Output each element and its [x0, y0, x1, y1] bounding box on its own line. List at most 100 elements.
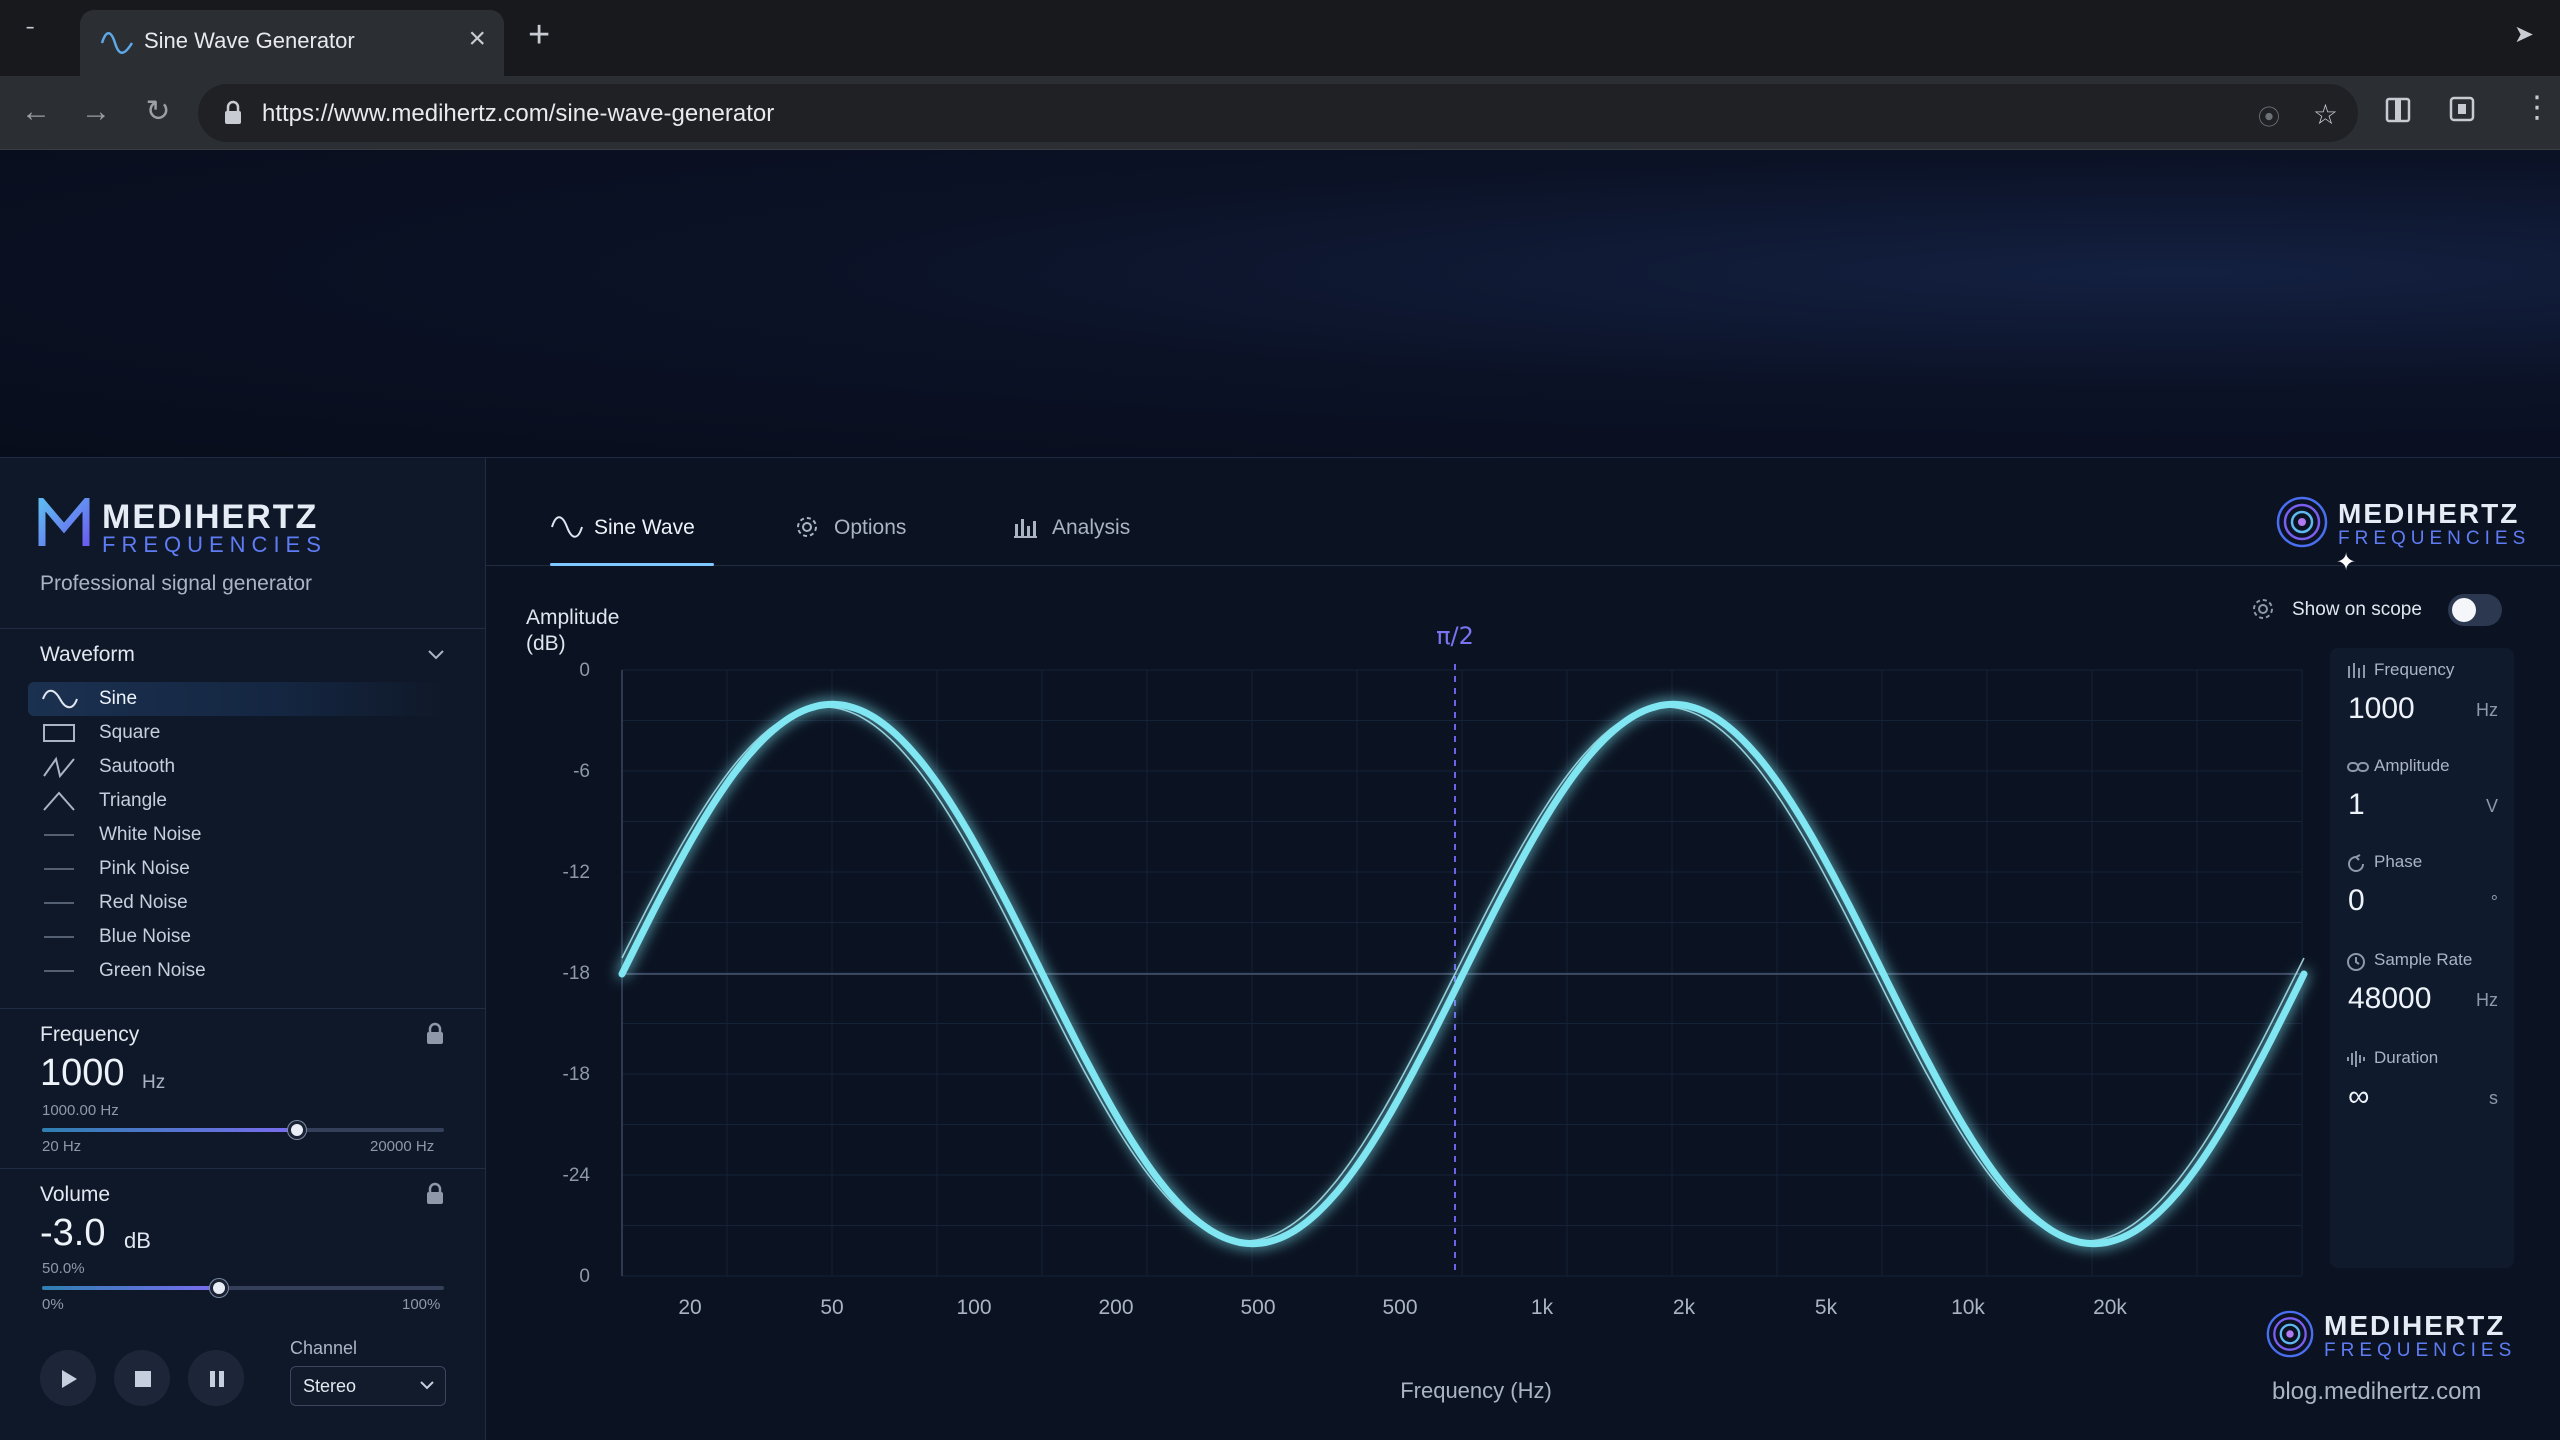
frequency-section-title: Frequency	[40, 1023, 140, 1046]
param-duration[interactable]: Duration ∞ s	[2330, 1036, 2514, 1132]
y-tick-labels: 0 -6 -12 -18 -18 -24 0	[563, 660, 591, 1287]
waveform-item-sine[interactable]: Sine	[28, 682, 448, 716]
param-value: 48000	[2348, 982, 2432, 1015]
frequency-max-label: 20000 Hz	[370, 1138, 435, 1155]
pause-icon	[210, 1371, 224, 1387]
pause-button[interactable]	[188, 1350, 244, 1406]
volume-slider[interactable]	[42, 1279, 444, 1297]
phase-marker-label: π/2	[1436, 622, 1474, 650]
waveform-item-pink-noise[interactable]: Pink Noise	[28, 852, 448, 886]
x-tick-label: 1k	[1531, 1296, 1554, 1319]
frequency-slider[interactable]	[42, 1121, 444, 1139]
profile-icon[interactable]	[2448, 94, 2476, 124]
frequency-min-label: 20 Hz	[42, 1138, 82, 1155]
window-menu-icon[interactable]: ˉ	[26, 20, 35, 51]
lock-icon[interactable]	[425, 1022, 445, 1046]
tab-options[interactable]: Options	[794, 514, 924, 566]
y-axis-label: Amplitude	[526, 606, 619, 629]
gear-icon[interactable]	[2250, 596, 2276, 622]
logo-name: MEDIHERTZ	[2324, 1310, 2506, 1341]
params-panel: Frequency 1000 Hz Amplitude 1 V Phase 0 …	[2330, 648, 2514, 1268]
waveform-label: Square	[99, 722, 161, 743]
y-tick-label: -6	[573, 761, 590, 782]
forward-icon[interactable]: →	[74, 90, 118, 134]
waveform-item-sawtooth[interactable]: Sautooth	[28, 750, 448, 784]
param-amplitude[interactable]: Amplitude 1 V	[2330, 744, 2514, 840]
y-axis-label-unit: (dB)	[526, 632, 566, 655]
param-unit: Hz	[2476, 990, 2498, 1010]
param-label: Amplitude	[2374, 756, 2450, 775]
waveform-label: Blue Noise	[99, 926, 191, 947]
waveform-item-red-noise[interactable]: Red Noise	[28, 886, 448, 920]
line-icon	[44, 970, 74, 972]
x-tick-label: 20k	[2093, 1296, 2127, 1319]
tab-label: Analysis	[1052, 516, 1131, 539]
sine-icon	[42, 689, 78, 709]
sidebar: MEDIHERTZ FREQUENCIES Professional signa…	[0, 458, 486, 1440]
menu-kebab-icon[interactable]: ⋮	[2522, 90, 2552, 125]
x-tick-label: 500	[1240, 1296, 1275, 1319]
line-icon	[44, 902, 74, 904]
x-tick-label: 20	[678, 1296, 701, 1319]
lock-icon	[225, 100, 241, 124]
show-on-scope-label: Show on scope	[2292, 599, 2422, 620]
show-on-scope-toggle[interactable]	[2448, 594, 2502, 626]
blog-link[interactable]: blog.medihertz.com	[2272, 1378, 2481, 1406]
param-value: ∞	[2348, 1080, 2370, 1113]
frequency-slider-knob[interactable]	[287, 1121, 306, 1139]
gear-icon	[797, 517, 817, 537]
chevron-down-icon[interactable]	[427, 648, 445, 662]
close-tab-icon[interactable]: ×	[468, 24, 486, 54]
volume-min-label: 0%	[42, 1296, 64, 1313]
frequency-slider-fill	[42, 1128, 297, 1132]
param-value: 0	[2348, 884, 2365, 917]
param-value: 1	[2348, 788, 2365, 821]
logo-subtitle: FREQUENCIES	[2338, 528, 2531, 549]
bookmark-star-icon[interactable]: ☆	[2313, 98, 2338, 131]
back-icon[interactable]: ←	[14, 90, 58, 134]
reload-icon[interactable]: ↻	[136, 90, 180, 134]
page-hero	[0, 150, 2560, 458]
tab-analysis[interactable]: Analysis	[1012, 514, 1152, 566]
browser-tab[interactable]: Sine Wave Generator ×	[80, 10, 504, 76]
eye-off-icon[interactable]: ⦿	[2258, 100, 2280, 132]
param-unit: Hz	[2476, 700, 2498, 720]
param-frequency[interactable]: Frequency 1000 Hz	[2330, 648, 2514, 744]
header-logo: MEDIHERTZ FREQUENCIES ✦	[2276, 490, 2525, 576]
volume-unit: dB	[124, 1228, 151, 1253]
main-panel: Sine Wave Options Analysis MEDIHERTZ FRE…	[486, 458, 2560, 1440]
triangle-icon	[43, 791, 75, 811]
param-label: Frequency	[2374, 660, 2455, 679]
concentric-logo-icon	[2276, 496, 2328, 548]
tab-sine-wave[interactable]: Sine Wave	[550, 514, 714, 566]
tab-search-icon[interactable]: ➤	[2514, 20, 2534, 49]
param-value: 1000	[2348, 692, 2415, 725]
lock-icon[interactable]	[425, 1182, 445, 1206]
waveform-item-green-noise[interactable]: Green Noise	[28, 954, 448, 988]
param-unit: °	[2490, 892, 2498, 912]
waveform-item-triangle[interactable]: Triangle	[28, 784, 448, 818]
new-tab-button[interactable]: +	[528, 16, 550, 54]
phase-icon	[2348, 854, 2364, 872]
play-button[interactable]	[40, 1350, 96, 1406]
waveform-item-blue-noise[interactable]: Blue Noise	[28, 920, 448, 954]
waveform-label: Sine	[99, 688, 138, 709]
extensions-icon[interactable]	[2384, 94, 2412, 124]
link-icon	[2347, 762, 2369, 772]
param-unit: s	[2489, 1088, 2498, 1108]
x-tick-label: 100	[956, 1296, 991, 1319]
param-phase[interactable]: Phase 0 °	[2330, 840, 2514, 936]
address-bar[interactable]: https://www.medihertz.com/sine-wave-gene…	[198, 84, 2358, 142]
browser-toolbar: ← → ↻ https://www.medihertz.com/sine-wav…	[0, 76, 2560, 150]
waveform-item-white-noise[interactable]: White Noise	[28, 818, 448, 852]
logo-subtitle: FREQUENCIES	[2324, 1340, 2517, 1361]
divider	[0, 1168, 486, 1169]
channel-select[interactable]: Stereo	[290, 1366, 446, 1406]
y-tick-label: 0	[579, 660, 590, 681]
frequency-unit: Hz	[142, 1072, 166, 1093]
param-sample-rate[interactable]: Sample Rate 48000 Hz	[2330, 938, 2514, 1034]
stop-button[interactable]	[114, 1350, 170, 1406]
waveform-item-square[interactable]: Square	[28, 716, 448, 750]
volume-slider-knob[interactable]	[209, 1279, 228, 1297]
waveform-label: Sautooth	[99, 756, 176, 777]
